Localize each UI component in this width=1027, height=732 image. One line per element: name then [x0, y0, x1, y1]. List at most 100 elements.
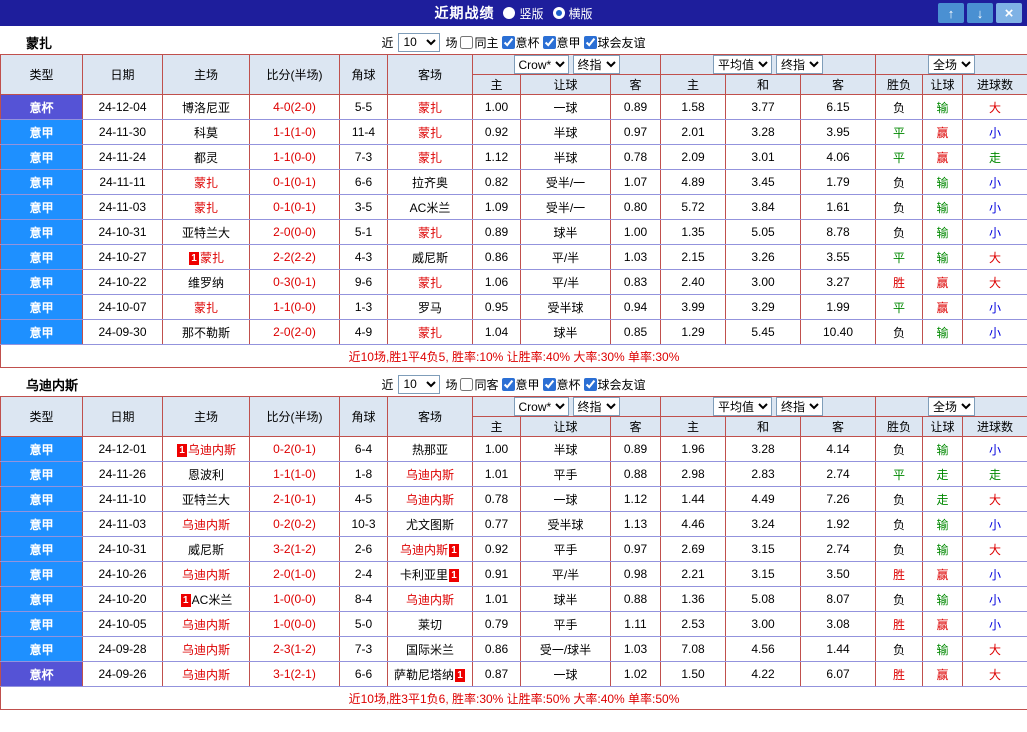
match-count-select[interactable]: 10: [398, 32, 441, 52]
odds-away-cell: 0.88: [610, 461, 661, 487]
date-cell: 24-11-30: [82, 119, 163, 145]
score-cell: 3-2(1-2): [249, 536, 340, 562]
filter-checkbox-2[interactable]: 意杯: [542, 376, 581, 393]
filter-checkbox-input[interactable]: [501, 35, 515, 49]
score-cell: 2-2(2-2): [249, 244, 340, 270]
col-header: 让球: [922, 74, 964, 95]
home-team-cell: 都灵: [162, 144, 250, 170]
odds-away-cell: 0.89: [610, 94, 661, 120]
handicap-result-cell: 赢: [922, 561, 964, 587]
col-header: 主: [472, 416, 521, 437]
home-team-cell: 乌迪内斯: [162, 636, 250, 662]
col-header: 客: [610, 416, 661, 437]
filter-checkbox-input[interactable]: [460, 377, 474, 391]
avg-away-cell: 1.44: [800, 636, 877, 662]
scope-select[interactable]: 全场: [928, 55, 976, 74]
odds-away-cell: 1.03: [610, 244, 661, 270]
score-cell: 2-0(0-0): [249, 219, 340, 245]
filter-checkbox-input[interactable]: [460, 35, 474, 49]
layout-radio-horizontal[interactable]: 横版: [552, 5, 593, 22]
team-link: 乌迪内斯: [181, 567, 230, 582]
odds-type-select[interactable]: 终指: [572, 55, 620, 74]
avg-method-select[interactable]: 平均值: [713, 55, 772, 74]
scroll-down-button[interactable]: ↓: [967, 3, 993, 23]
col-header: 比分(半场): [249, 396, 340, 437]
corner-cell: 5-1: [339, 219, 388, 245]
team-link: 乌迪内斯: [181, 667, 230, 682]
team-link: AC米兰: [409, 200, 451, 215]
scope-select[interactable]: 全场: [928, 397, 976, 416]
match-row: 意甲 24-09-28 乌迪内斯 2-3(1-2) 7-3 国际米兰 0.86 受一/球半 1.…: [0, 636, 1027, 662]
titlebar-buttons: ↑ ↓ ×: [938, 3, 1022, 23]
away-team-cell: 蒙扎: [387, 119, 473, 145]
col-header: 客: [800, 74, 877, 95]
score-cell: 2-3(1-2): [249, 636, 340, 662]
avg-home-cell: 1.58: [660, 94, 726, 120]
redcard-icon: 1: [449, 543, 459, 557]
match-count-select[interactable]: 10: [398, 374, 441, 394]
filter-checkbox-3[interactable]: 球会友谊: [583, 376, 646, 393]
col-header: 让球: [520, 74, 611, 95]
date-cell: 24-10-31: [82, 219, 163, 245]
avg-type-select[interactable]: 终指: [776, 55, 823, 74]
col-header: 和: [725, 74, 801, 95]
filter-checkbox-input[interactable]: [583, 377, 597, 391]
titlebar: 近期战绩 竖版 横版 ↑ ↓ ×: [0, 0, 1027, 26]
scroll-up-button[interactable]: ↑: [938, 3, 964, 23]
avg-method-select[interactable]: 平均值: [713, 397, 772, 416]
company-select[interactable]: Crow*: [513, 397, 569, 416]
date-cell: 24-12-04: [82, 94, 163, 120]
date-cell: 24-10-26: [82, 561, 163, 587]
avg-home-cell: 2.15: [660, 244, 726, 270]
layout-radio-vertical[interactable]: 竖版: [503, 5, 544, 22]
odds-type-select[interactable]: 终指: [572, 397, 620, 416]
radio-label: 竖版: [519, 6, 544, 21]
odds-home-cell: 0.78: [472, 486, 521, 512]
match-row: 意甲 24-12-01 1 乌迪内斯 0-2(0-1) 6-4 热那亚 1.00 半球 0.89 1…: [0, 436, 1027, 462]
radio-icon[interactable]: [503, 7, 516, 19]
goals-cell: 小: [962, 319, 1027, 345]
league-cell: 意甲: [0, 294, 83, 320]
filter-checkbox-2[interactable]: 意甲: [542, 34, 581, 51]
avg-home-cell: 4.89: [660, 169, 726, 195]
filter-checkbox-3[interactable]: 球会友谊: [583, 34, 646, 51]
away-team-cell: 蒙扎: [387, 144, 473, 170]
odds-home-cell: 1.04: [472, 319, 521, 345]
radio-icon[interactable]: [552, 7, 565, 19]
score-cell: 1-1(1-0): [249, 119, 340, 145]
away-team-cell: 尤文图斯: [387, 511, 473, 537]
handicap-result-cell: 输: [922, 319, 964, 345]
corner-cell: 2-6: [339, 536, 388, 562]
handicap-result-cell: 赢: [922, 294, 964, 320]
filter-checkbox-0[interactable]: 同主: [460, 34, 499, 51]
date-cell: 24-11-11: [82, 169, 163, 195]
company-select[interactable]: Crow*: [513, 55, 569, 74]
filter-checkbox-input[interactable]: [542, 35, 556, 49]
filter-checkbox-input[interactable]: [542, 377, 556, 391]
odds-away-cell: 1.13: [610, 511, 661, 537]
team-section: 蒙扎近 10 场同主 意杯 意甲 球会友谊 类型 日期 主场 比分(半场) 角球 客场 Crow* 终指平…: [0, 30, 1027, 368]
goals-cell: 大: [962, 269, 1027, 295]
goals-cell: 大: [962, 636, 1027, 662]
filter-checkbox-1[interactable]: 意杯: [501, 34, 540, 51]
corner-cell: 5-5: [339, 94, 388, 120]
handicap-result-cell: 输: [922, 586, 964, 612]
match-row: 意杯 24-12-04 博洛尼亚 4-0(2-0) 5-5 蒙扎 1.00 一球 0.89 1.5…: [0, 94, 1027, 120]
handicap-result-cell: 输: [922, 169, 964, 195]
col-header: 日期: [82, 54, 163, 95]
avg-type-select[interactable]: 终指: [776, 397, 823, 416]
filter-checkbox-input[interactable]: [583, 35, 597, 49]
avg-draw-cell: 3.00: [725, 269, 801, 295]
filter-checkbox-1[interactable]: 意甲: [501, 376, 540, 393]
result-cell: 负: [875, 486, 924, 512]
team-link: 亚特兰大: [181, 492, 230, 507]
redcard-icon: 1: [455, 668, 465, 682]
avg-home-cell: 2.01: [660, 119, 726, 145]
result-cell: 负: [875, 511, 924, 537]
handicap-cell: 受一/球半: [520, 636, 611, 662]
col-header: 客: [800, 416, 877, 437]
close-button[interactable]: ×: [996, 3, 1022, 23]
filter-checkbox-0[interactable]: 同客: [460, 376, 499, 393]
filter-checkbox-input[interactable]: [501, 377, 515, 391]
league-cell: 意甲: [0, 561, 83, 587]
